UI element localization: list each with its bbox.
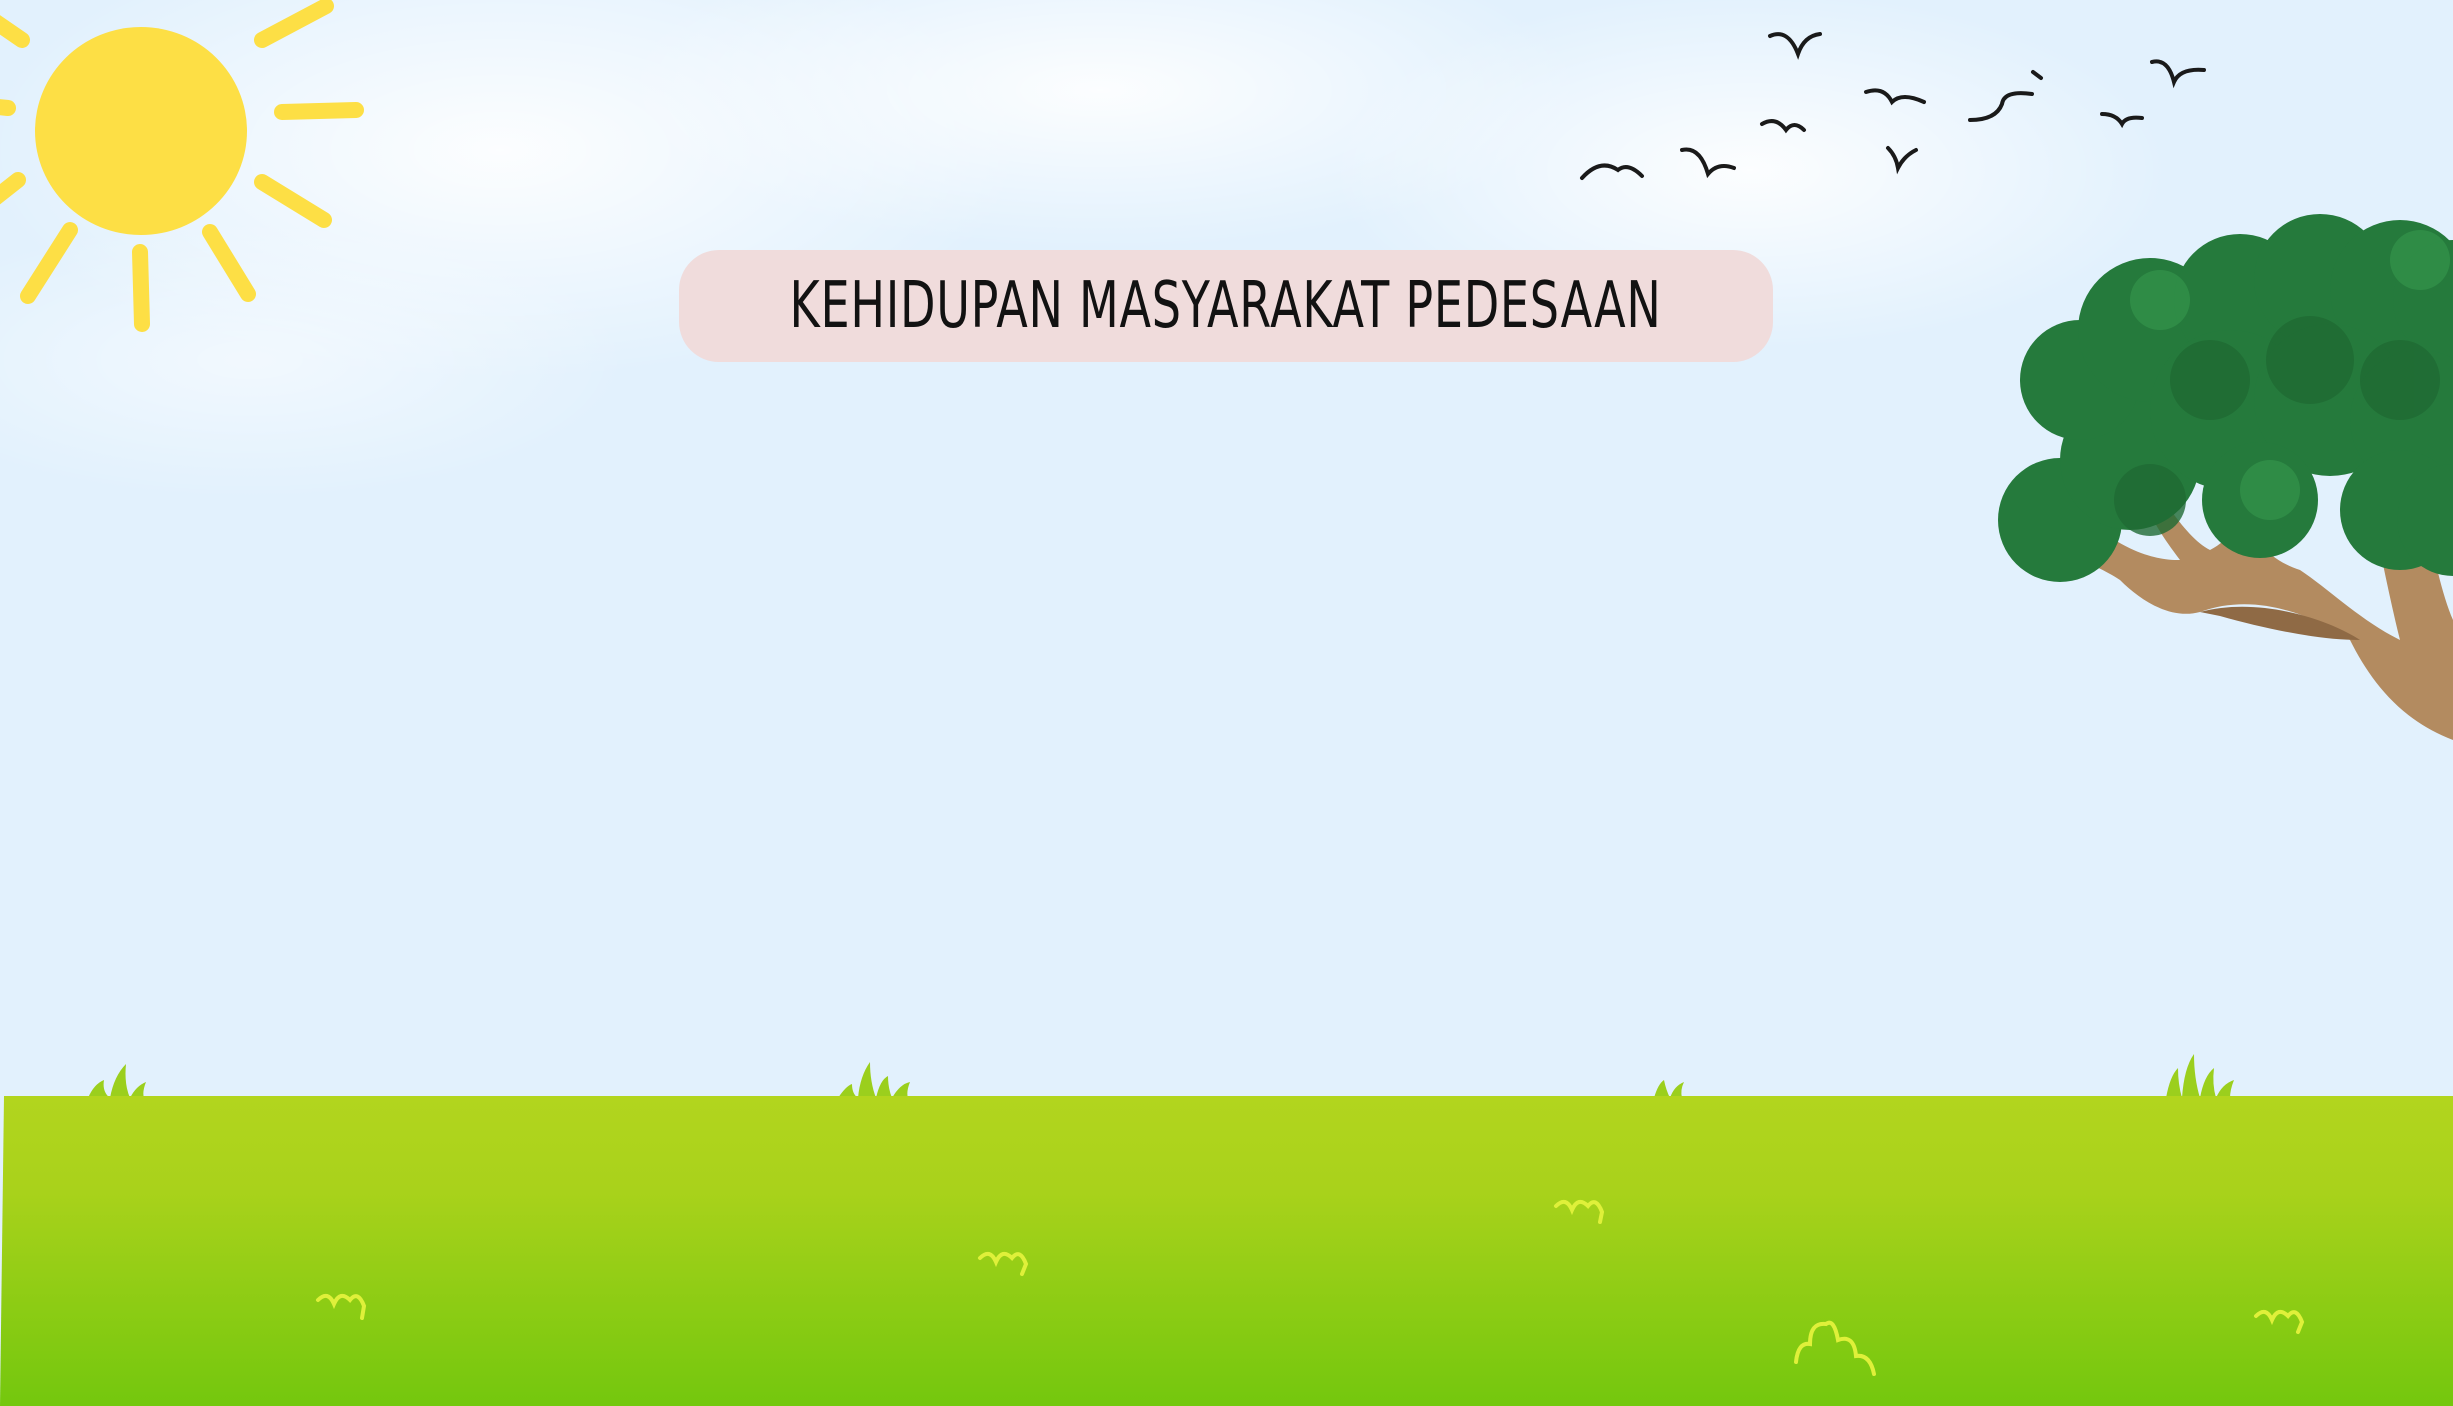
grass-tuft-icon <box>2166 1054 2234 1098</box>
grass-tuft-icon <box>88 1064 146 1098</box>
page-title: KEHIDUPAN MASYARAKAT PEDESAAN <box>790 269 1662 343</box>
title-banner: KEHIDUPAN MASYARAKAT PEDESAAN <box>679 250 1773 362</box>
scene-background: KEHIDUPAN MASYARAKAT PEDESAAN <box>0 0 2453 1406</box>
grass-tuft-icon <box>838 1062 910 1098</box>
landscape-illustration <box>0 0 2453 1406</box>
tree-icon <box>1998 214 2453 740</box>
grass-field <box>0 1054 2453 1406</box>
bird-icon <box>2150 59 2206 89</box>
grass-tuft-icon <box>1654 1080 1684 1098</box>
